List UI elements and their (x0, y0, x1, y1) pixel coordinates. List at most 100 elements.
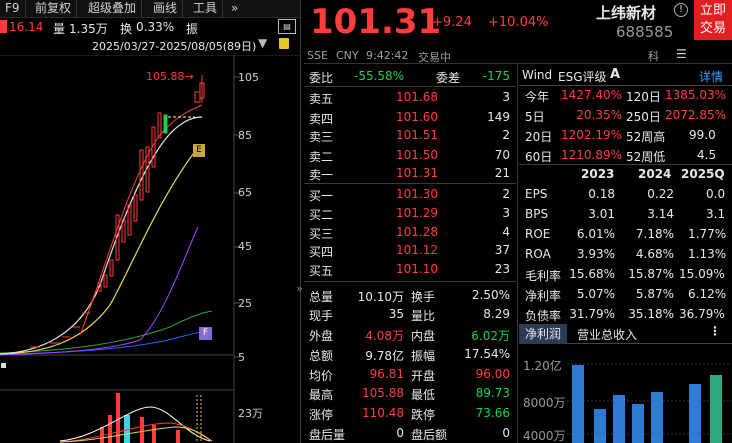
stat-label: 开盘 (411, 369, 436, 383)
stat-label: 涨停 (309, 408, 334, 422)
perf-label: 60日 (525, 150, 553, 164)
window-icon[interactable]: ▤ (278, 19, 296, 34)
draw-line-button[interactable]: 画线 (148, 0, 184, 18)
low-marker-icon (0, 20, 7, 33)
buy-level-label: 买一 (309, 189, 334, 203)
esg-value: A (610, 67, 621, 82)
mini-chart-tabs: 净利润 营业总收入 ⋮ (519, 324, 732, 344)
buy-row[interactable]: 买二 101.29 3 (304, 203, 516, 223)
perf-value: 4.5 (697, 148, 717, 162)
detail-link[interactable]: 详情 (699, 68, 723, 85)
dropdown-triangle-icon[interactable]: ▼ (258, 36, 267, 50)
sell-row[interactable]: 卖四 101.60 149 (304, 107, 516, 127)
stat-label: 内盘 (411, 329, 436, 343)
event-marker-e[interactable]: E (193, 144, 205, 157)
fin-label: ROE (525, 227, 551, 241)
weicha-label: 委差 (436, 71, 461, 85)
last-price: 101.31 (310, 2, 442, 42)
stat-label: 跌停 (411, 408, 436, 422)
sell-row[interactable]: 卖五 101.68 3 (304, 87, 516, 107)
stat-label: 盘后量 (309, 428, 346, 442)
quote-header: 101.31 +9.24 +10.04% 上纬新材 ! 688585 立即 交易 (304, 0, 732, 47)
sell-volume: 3 (502, 90, 510, 104)
perf-value: 1202.19% (560, 128, 622, 142)
f9-button[interactable]: F9 (0, 0, 26, 18)
fin-value: 36.79% (679, 307, 725, 321)
sell-price: 101.31 (396, 166, 438, 180)
stat-value: 89.73 (475, 386, 510, 400)
buy-volume: 23 (494, 262, 510, 276)
trade-button[interactable]: 立即 交易 (694, 0, 732, 40)
stat-row: 均价 96.81 开盘 96.00 (304, 364, 516, 384)
stat-value: 6.02万 (471, 329, 510, 343)
stat-label: 振幅 (411, 349, 436, 363)
more-chevron-icon[interactable]: » (226, 0, 243, 18)
fin-value: 3.1 (706, 207, 726, 221)
stat-label: 现手 (309, 309, 334, 323)
stat-value: 2.50% (471, 288, 510, 302)
tab-net-profit[interactable]: 净利润 (519, 324, 567, 344)
sell-price: 101.60 (396, 110, 438, 124)
fin-label: 净利率 (525, 289, 562, 303)
ohlc-bar: 16.14 量 1.35万 换 0.33% 振 ▤ (0, 18, 300, 36)
amplitude-label: 振 (186, 22, 199, 36)
buy-row[interactable]: 买一 101.30 2 (304, 184, 516, 204)
kline-chart[interactable]: 105 85 65 45 25 5 23万 105.88→ E F (0, 55, 300, 443)
info-icon[interactable]: ! (674, 3, 688, 17)
buy-row[interactable]: 买五 101.10 23 (304, 259, 516, 279)
fin-value: 15.87% (628, 267, 674, 281)
weibi-row: 委比 -55.58% 委差 -175 (304, 66, 516, 86)
stat-label: 外盘 (309, 329, 334, 343)
low-value: 16.14 (9, 20, 44, 34)
fin-value: 0.0 (706, 187, 726, 201)
price-change-pct: +10.04% (488, 15, 549, 30)
sell-row[interactable]: 卖三 101.51 2 (304, 125, 516, 145)
stat-row: 总额 9.78亿 振幅 17.54% (304, 344, 516, 364)
stat-row: 盘后量 0 盘后额 0 (304, 423, 516, 443)
stat-value: 35 (388, 307, 404, 321)
perf-value: 99.0 (689, 128, 716, 142)
fin-value: 6.12% (688, 287, 727, 301)
fin-label: 毛利率 (525, 269, 562, 283)
esg-label: ESG评级 (558, 70, 607, 84)
sell-level-label: 卖五 (309, 92, 334, 106)
chart-toolbar: F9 前复权 超级叠加 画线 工具 » (0, 0, 300, 18)
currency: CNY (336, 49, 359, 62)
lock-icon[interactable] (279, 38, 289, 49)
sell-price: 101.50 (396, 148, 438, 162)
fin-value: 3.14 (647, 207, 674, 221)
financial-table: 2023 2024 2025Q EPS 0.18 0.22 0.0 BPS 3.… (519, 167, 732, 323)
more-icon[interactable]: ⋮ (709, 324, 721, 338)
event-marker-f[interactable]: F (199, 327, 212, 340)
stat-value: 0 (502, 426, 510, 440)
price-tick: 25 (238, 297, 252, 310)
tab-revenue[interactable]: 营业总收入 (577, 326, 637, 343)
buy-level-label: 买四 (309, 245, 334, 259)
buy-volume: 4 (502, 225, 510, 239)
sell-row[interactable]: 卖一 101.31 21 (304, 163, 516, 183)
weibi-value: -55.58% (354, 69, 405, 83)
stat-value: 73.66 (475, 406, 510, 420)
board-label: 科 (648, 50, 659, 63)
collapse-chevron-icon[interactable]: » (296, 282, 303, 295)
stat-label: 量比 (411, 309, 436, 323)
buy-row[interactable]: 买三 101.28 4 (304, 222, 516, 242)
buy-row[interactable]: 买四 101.12 37 (304, 240, 516, 260)
fin-value: 35.18% (628, 307, 674, 321)
stat-value: 96.81 (369, 367, 404, 381)
stat-label: 盘后额 (411, 428, 448, 442)
year-header: 2023 (581, 167, 615, 181)
volume-pane-handle-icon[interactable] (1, 363, 6, 368)
trade-button-line2: 交易 (699, 21, 726, 36)
menu-icon[interactable]: ☰ (676, 47, 687, 61)
tools-button[interactable]: 工具 (188, 0, 224, 18)
date-range: 2025/03/27-2025/08/05(89日) (92, 40, 257, 53)
stat-row: 涨停 110.48 跌停 73.66 (304, 403, 516, 423)
perf-label: 20日 (525, 130, 553, 144)
overlay-button[interactable]: 超级叠加 (83, 0, 143, 18)
price-tick: 65 (238, 186, 252, 199)
divider (304, 281, 516, 282)
adjust-forward-button[interactable]: 前复权 (30, 0, 78, 18)
sell-row[interactable]: 卖二 101.50 70 (304, 145, 516, 165)
wind-title: Wind (522, 68, 553, 82)
